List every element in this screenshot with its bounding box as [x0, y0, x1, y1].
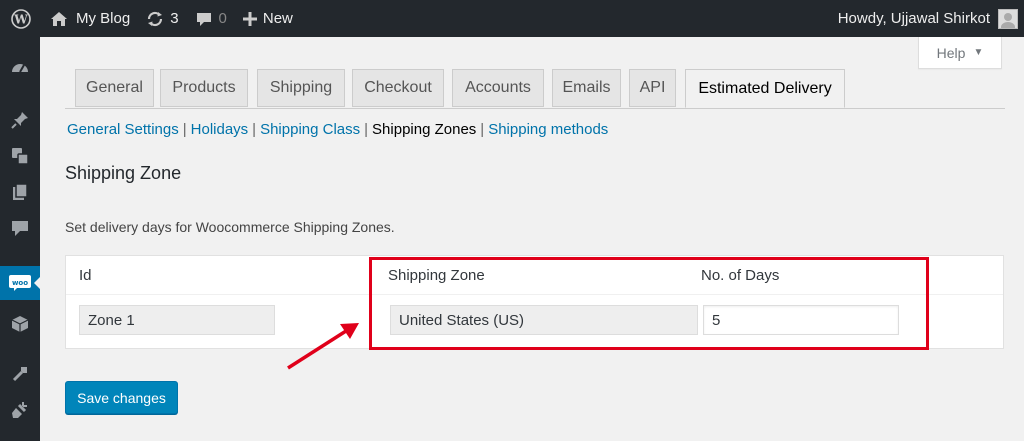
tab-estimated-delivery[interactable]: Estimated Delivery	[685, 69, 845, 108]
tab-label: Accounts	[465, 79, 531, 96]
media-icon[interactable]	[0, 139, 40, 173]
page-title: Shipping Zone	[65, 163, 182, 183]
subnav-separator: |	[364, 121, 369, 138]
annotation-arrow-icon	[287, 323, 359, 370]
comment-icon	[195, 10, 213, 28]
pages-icon[interactable]	[0, 175, 40, 209]
subnav-shipping-methods[interactable]: Shipping methods	[488, 121, 608, 138]
caret-down-icon: ▼	[973, 47, 984, 58]
pin-icon[interactable]	[0, 103, 40, 137]
new-label: New	[262, 10, 293, 27]
tab-shipping[interactable]: Shipping	[257, 69, 345, 107]
woocommerce-icon[interactable]: woo	[0, 266, 41, 300]
help-label: Help	[936, 44, 966, 61]
site-name-label: My Blog	[76, 10, 131, 27]
comments-icon[interactable]	[0, 211, 40, 245]
tab-label: Checkout	[364, 79, 432, 96]
wordpress-logo-icon: W	[11, 8, 31, 29]
site-name-link[interactable]: My Blog	[42, 0, 138, 37]
tab-label: Products	[172, 79, 236, 96]
tab-accounts[interactable]: Accounts	[452, 69, 544, 107]
tab-checkout[interactable]: Checkout	[352, 69, 444, 107]
greeting-label: Howdy, Ujjawal Shirkot	[837, 10, 990, 27]
tab-label: Emails	[562, 79, 611, 96]
admin-sidebar: woo	[0, 37, 41, 441]
appearance-icon[interactable]	[0, 357, 40, 391]
wordpress-menu[interactable]: W	[0, 0, 42, 37]
comments-count: 0	[218, 10, 227, 27]
save-changes-button[interactable]: Save changes	[65, 381, 178, 414]
zone-id-field: Zone 1	[79, 305, 275, 335]
updates-icon	[146, 10, 164, 28]
tab-label: General	[86, 79, 143, 96]
subnav-separator: |	[182, 121, 187, 138]
tab-products[interactable]: Products	[160, 69, 248, 107]
admin-bar: W My Blog 3 0 New Howdy, Ujjawal Shirkot	[0, 0, 1024, 37]
annotation-highlight-box	[369, 257, 929, 350]
tab-label: Estimated Delivery	[698, 79, 832, 97]
plus-icon	[242, 11, 257, 26]
comments-link[interactable]: 0	[187, 0, 235, 37]
subnav-holidays[interactable]: Holidays	[191, 121, 249, 138]
my-account-link[interactable]: Howdy, Ujjawal Shirkot	[837, 8, 1024, 29]
tab-label: API	[639, 79, 666, 96]
dashboard-icon[interactable]	[0, 51, 40, 85]
page-description: Set delivery days for Woocommerce Shippi…	[65, 219, 395, 235]
sub-navigation: General Settings | Holidays | Shipping Class…	[67, 121, 608, 138]
avatar	[998, 8, 1018, 29]
subnav-general-settings[interactable]: General Settings	[67, 121, 179, 138]
plugins-icon[interactable]	[0, 393, 40, 427]
subnav-shipping-class[interactable]: Shipping Class	[260, 121, 360, 138]
svg-text:W: W	[13, 12, 28, 26]
svg-text:woo: woo	[12, 279, 28, 287]
products-icon[interactable]	[0, 307, 40, 341]
help-tab-button[interactable]: Help ▼	[918, 37, 1002, 69]
tab-emails[interactable]: Emails	[552, 69, 621, 107]
subnav-separator: |	[480, 121, 485, 138]
home-icon	[50, 11, 68, 27]
tab-general[interactable]: General	[75, 69, 154, 107]
updates-count: 3	[170, 10, 179, 27]
subnav-separator: |	[252, 121, 257, 138]
tab-label: Shipping	[269, 79, 333, 96]
new-content-link[interactable]: New	[235, 0, 301, 37]
tab-api[interactable]: API	[629, 69, 676, 107]
column-header-id: Id	[79, 267, 92, 284]
settings-tabs: General Products Shipping Checkout Accou…	[65, 68, 1005, 109]
subnav-shipping-zones: Shipping Zones	[372, 121, 477, 138]
updates-link[interactable]: 3	[138, 0, 186, 37]
